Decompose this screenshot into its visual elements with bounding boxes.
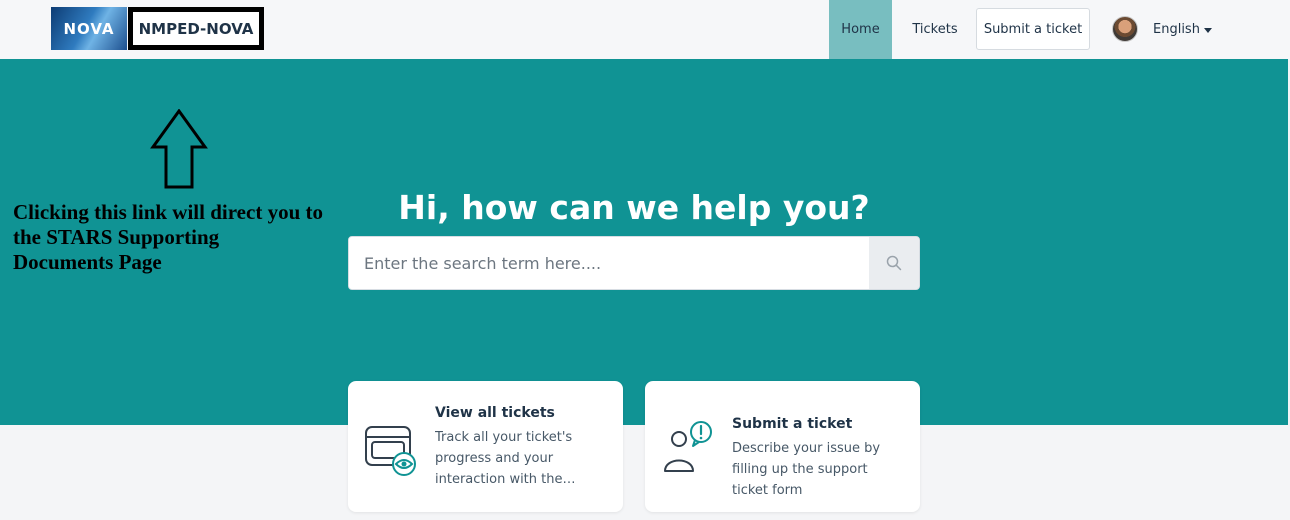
logo-text: NOVA (63, 19, 115, 38)
card-title-submit-ticket: Submit a ticket (732, 416, 853, 432)
hero-title: Hi, how can we help you? (398, 188, 870, 227)
card-title-view-tickets: View all tickets (435, 405, 555, 421)
brand-link[interactable]: NMPED-NOVA (128, 7, 264, 50)
card-desc-submit-ticket: Describe your issue by filling up the su… (732, 441, 881, 498)
caret-down-icon (1203, 27, 1212, 33)
search-button[interactable] (869, 237, 919, 289)
language-label: English (1153, 22, 1200, 37)
submit-ticket-card[interactable]: Submit a ticket Describe your issue by f… (645, 381, 920, 512)
person-alert-icon (664, 421, 712, 472)
top-navbar: NOVA NMPED-NOVA Home Tickets Submit a ti… (0, 0, 1290, 59)
search-input[interactable] (349, 237, 869, 289)
user-avatar[interactable] (1112, 16, 1138, 42)
nova-logo[interactable]: NOVA (51, 7, 127, 50)
search-icon (886, 255, 902, 271)
nav-submit-ticket-button[interactable]: Submit a ticket (976, 8, 1090, 50)
search-bar (348, 236, 920, 290)
view-all-tickets-card[interactable]: View all tickets Track all your ticket's… (348, 381, 623, 512)
card-desc-view-tickets: Track all your ticket's progress and you… (435, 430, 573, 487)
nav-tickets-link[interactable]: Tickets (905, 0, 965, 59)
up-arrow-icon (150, 109, 208, 189)
language-dropdown[interactable]: English (1153, 0, 1212, 59)
ticket-eye-icon (365, 426, 416, 476)
nav-home-link[interactable]: Home (829, 0, 892, 59)
